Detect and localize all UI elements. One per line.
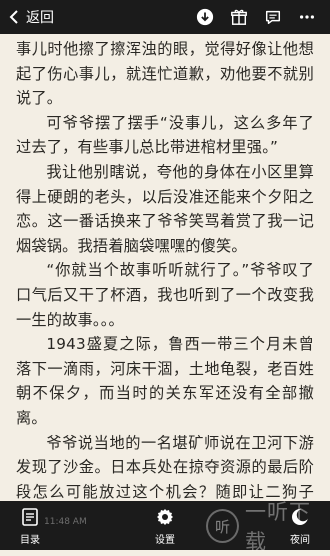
more-icon — [299, 15, 315, 19]
download-icon — [196, 8, 214, 26]
back-button[interactable]: 返回 — [8, 7, 54, 27]
night-label: 夜间 — [290, 535, 310, 546]
paragraph: 事儿时他擦了擦浑浊的眼，觉得好像让他想起了伤心事儿，就连忙道歉，劝他要不就别说了… — [16, 40, 314, 108]
gear-icon — [157, 509, 173, 525]
paragraph: 1943盛夏之际，鲁西一带三个月未曾落下一滴雨，河床干涸，土地龟裂，老百姓朝不保… — [16, 335, 314, 427]
settings-label: 设置 — [155, 535, 175, 546]
top-bar: 返回 — [0, 0, 330, 34]
paragraph: 爷爷说当地的一名堪矿师说在卫河下游发现了沙金。日本兵处在掠夺资源的最后阶段怎么可… — [16, 433, 314, 501]
moon-icon — [292, 508, 310, 525]
paragraph: “你就当个故事听听就行了。”爷爷叹了口气后又干了杯酒，我也听到了一个改变我一生的… — [16, 261, 314, 329]
reading-content[interactable]: 事儿时他擦了擦浑浊的眼，觉得好像让他想起了伤心事儿，就连忙道歉，劝他要不就别说了… — [0, 34, 330, 501]
status-time: 11:48 AM — [44, 517, 87, 527]
more-button[interactable] — [296, 6, 318, 28]
top-actions — [194, 0, 330, 34]
back-label: 返回 — [26, 10, 54, 26]
settings-button[interactable]: 设置 — [135, 507, 195, 546]
paragraph: 我让他别瞎说，夸他的身体在小区里算得上硬朗的老头，以后没准还能来个夕阳之恋。这一… — [16, 162, 314, 255]
comment-button[interactable] — [262, 6, 284, 28]
download-button[interactable] — [194, 6, 216, 28]
chevron-left-icon — [9, 10, 18, 24]
gift-icon — [231, 9, 247, 25]
gift-button[interactable] — [228, 6, 250, 28]
bottom-bar: 目录 11:48 AM 设置 夜间 听 一听下载 — [0, 501, 330, 550]
catalog-icon — [22, 508, 38, 526]
catalog-label: 目录 — [20, 535, 40, 546]
message-icon — [265, 10, 281, 25]
paragraph: 可爷爷摆了摆手“没事儿，这么多年了过去了，有些事儿总比带进棺材里强。” — [16, 113, 314, 157]
night-mode-button[interactable]: 夜间 — [270, 507, 330, 546]
